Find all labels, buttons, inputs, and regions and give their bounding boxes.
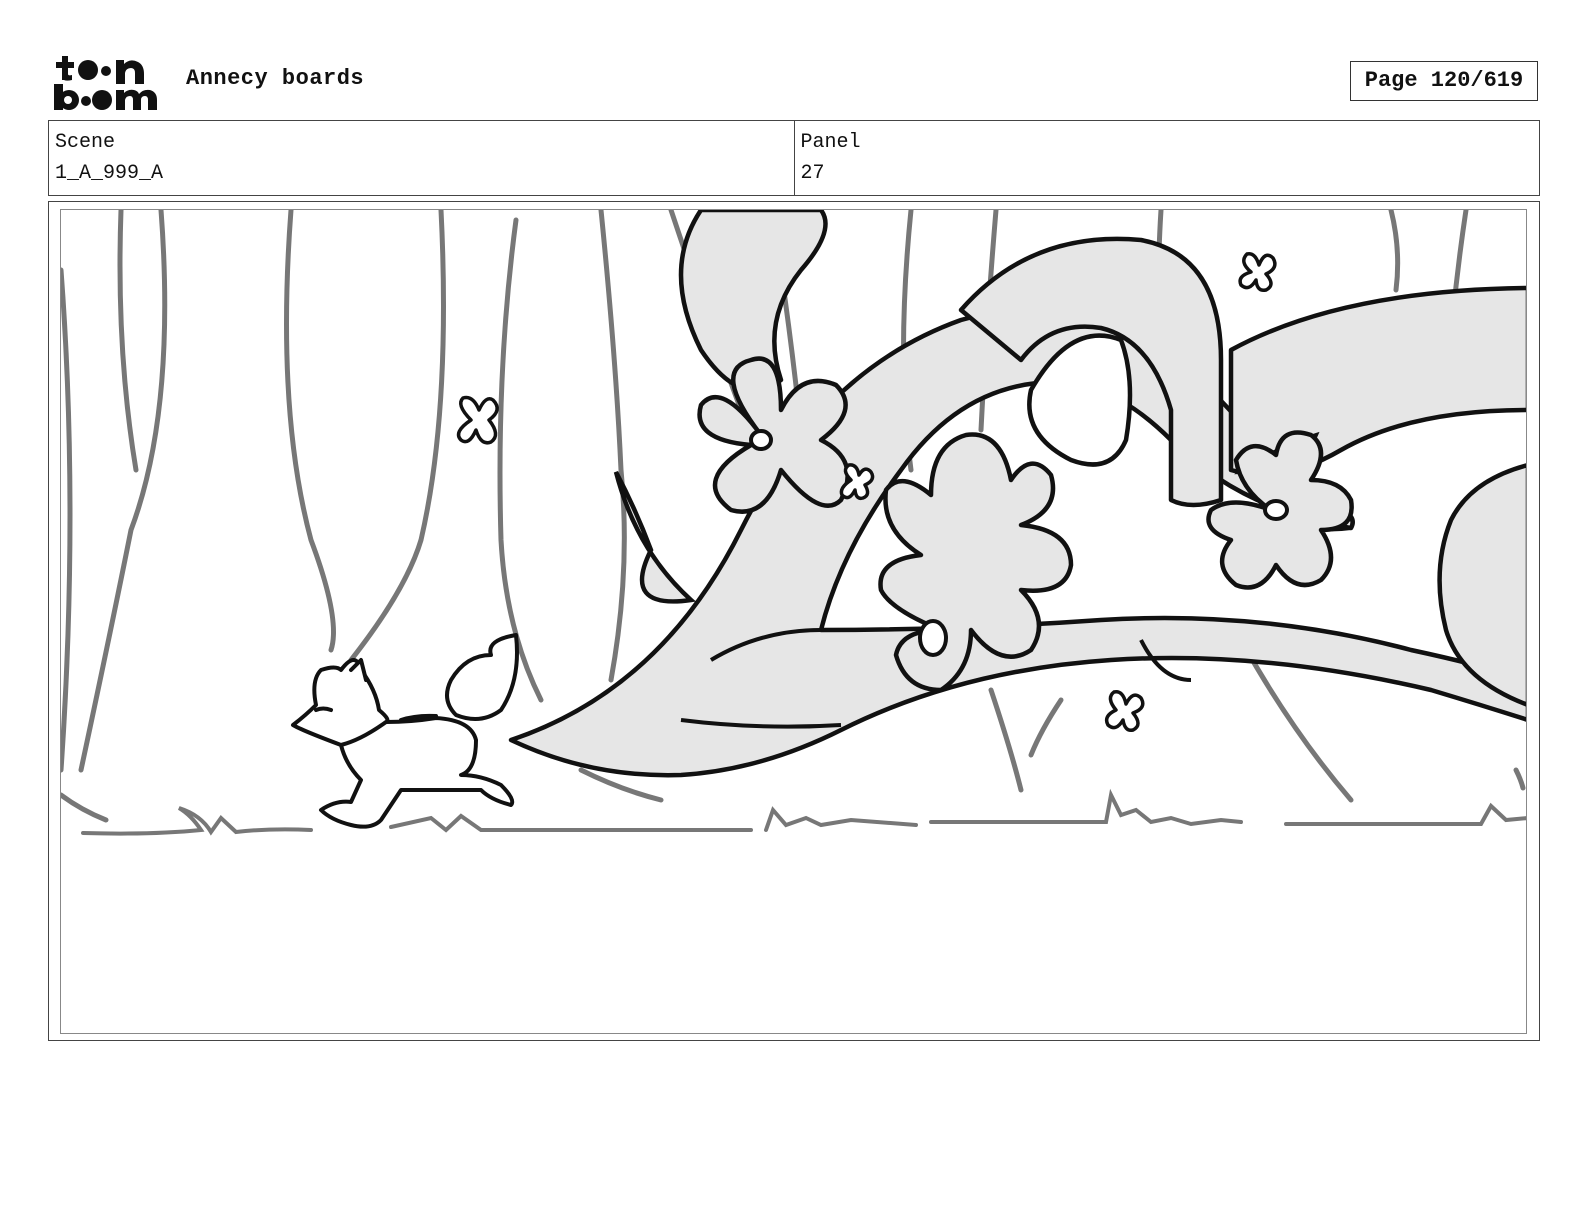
- scene-value: 1_A_999_A: [55, 162, 164, 185]
- panel-frame: [48, 201, 1540, 1041]
- panel-value: 27: [800, 162, 825, 185]
- document-title: Annecy boards: [186, 66, 365, 91]
- panel-label: Panel: [800, 131, 861, 154]
- scene-cell: Scene 1_A_999_A: [49, 121, 794, 195]
- scene-label: Scene: [55, 131, 116, 154]
- panel-cell: Panel 27: [793, 121, 1540, 195]
- page-counter: Page 120/619: [1350, 61, 1538, 101]
- storyboard-sketch-image: [61, 210, 1526, 836]
- scene-panel-info: Scene 1_A_999_A Panel 27: [48, 120, 1540, 196]
- toonboom-logo: [52, 52, 164, 112]
- panel-image: [60, 209, 1527, 1034]
